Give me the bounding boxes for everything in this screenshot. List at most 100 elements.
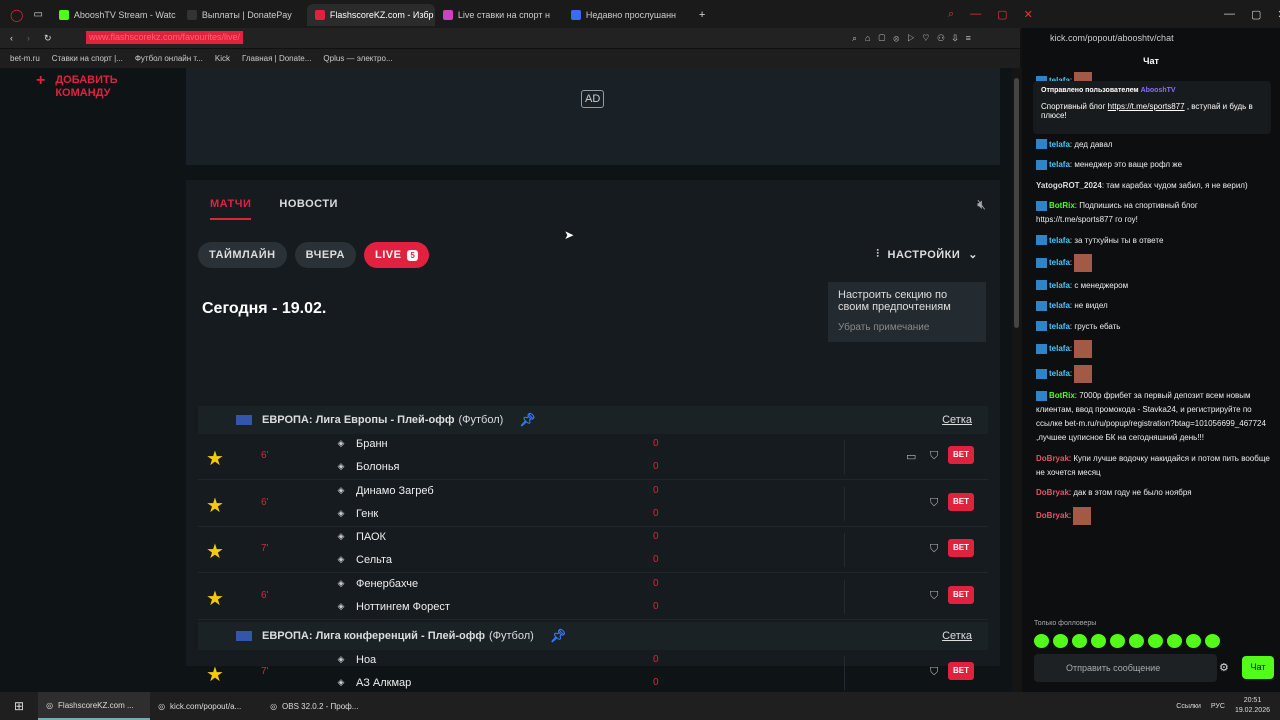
team-name[interactable]: ◈ АЗ Алкмар xyxy=(334,677,412,689)
emote-icon[interactable] xyxy=(1129,634,1144,648)
favorite-star-icon[interactable]: ★ xyxy=(206,586,224,611)
settings-button[interactable]: ⫶ НАСТРОЙКИ ⌄ xyxy=(876,248,978,261)
ad-banner[interactable]: AD xyxy=(186,68,1000,165)
lang-indicator[interactable]: РУС xyxy=(1211,703,1225,710)
league-name[interactable]: ЕВРОПА: Лига конференций - Плей-офф xyxy=(262,630,485,642)
clock[interactable]: 20:51 19.02.2026 xyxy=(1235,696,1270,716)
lineup-shirt-icon[interactable]: ⛉ xyxy=(930,590,938,603)
chat-username[interactable]: telafa xyxy=(1049,322,1070,331)
chat-username[interactable]: telafa xyxy=(1049,160,1070,169)
team-name[interactable]: ◈ Динамо Загреб xyxy=(334,485,434,497)
gear-icon[interactable]: ⚙ xyxy=(1219,661,1229,674)
page-scrollbar[interactable] xyxy=(1012,68,1022,692)
bookmark-item[interactable]: Kick xyxy=(215,54,230,63)
bet-button[interactable]: BET xyxy=(948,662,974,680)
bet-button[interactable]: BET xyxy=(948,446,974,464)
sound-mute-icon[interactable]: 🔇︎ xyxy=(977,196,986,213)
team-name[interactable]: ◈ Болонья xyxy=(334,461,400,473)
forward-icon[interactable]: › xyxy=(27,33,30,43)
browser-tab[interactable]: FlashscoreKZ.com - Избр xyxy=(306,3,435,26)
toolbar-icons[interactable]: ⌕⌂▢⊗▷♡⚇⇩≡ xyxy=(852,33,979,44)
tab-news[interactable]: НОВОСТИ xyxy=(279,198,338,220)
url-field[interactable]: www.flashscorekz.com/favourites/live/ xyxy=(86,31,244,44)
tv-icon[interactable]: ▭ xyxy=(906,450,916,463)
chat-username[interactable]: telafa xyxy=(1049,140,1070,149)
start-icon[interactable]: ⊞ xyxy=(14,699,24,713)
match-row[interactable]: ★ 6' ◈ Фенербахче 0 ◈ Ноттингем Форест 0 ⛉ BET xyxy=(198,574,988,620)
links-label[interactable]: Ссылки xyxy=(1176,703,1201,710)
team-name[interactable]: ◈ ПАОК xyxy=(334,531,386,543)
new-tab-button[interactable]: + xyxy=(699,9,705,21)
pinned-link[interactable]: https://t.me/sports877 xyxy=(1108,102,1185,111)
favorite-star-icon[interactable]: ★ xyxy=(206,446,224,471)
team-name[interactable]: ◈ Фенербахче xyxy=(334,578,419,590)
team-name[interactable]: ◈ Бранн xyxy=(334,438,388,450)
emote-icon[interactable] xyxy=(1167,634,1182,648)
chat-username[interactable]: DoBryak xyxy=(1036,488,1069,497)
taskbar-item[interactable]: ◎ OBS 32.0.2 - Проф... xyxy=(262,692,374,720)
chat-minimize-button[interactable]: — xyxy=(1224,8,1235,21)
add-team-link[interactable]: + ДОБАВИТЬ КОМАНДУ xyxy=(36,73,135,100)
chat-send-button[interactable]: Чат xyxy=(1242,656,1274,679)
emote-icon[interactable] xyxy=(1186,634,1201,648)
filter-timeline-button[interactable]: ТАЙМЛАЙН xyxy=(198,242,287,268)
emote-icon[interactable] xyxy=(1072,634,1087,648)
match-row[interactable]: ★ 7' ◈ ПАОК 0 ◈ Сельта 0 ⛉ BET xyxy=(198,527,988,573)
minimize-button[interactable]: — xyxy=(970,8,981,21)
reload-icon[interactable]: ↻ xyxy=(44,33,52,44)
chat-username[interactable]: telafa xyxy=(1049,301,1070,310)
browser-logo-icon[interactable]: ◯ xyxy=(10,8,23,22)
lineup-shirt-icon[interactable]: ⛉ xyxy=(930,543,938,556)
emote-icon[interactable] xyxy=(1091,634,1106,648)
favorite-star-icon[interactable]: ★ xyxy=(206,493,224,518)
team-name[interactable]: ◈ Сельта xyxy=(334,554,393,566)
chat-username[interactable]: telafa xyxy=(1049,258,1070,267)
bracket-link[interactable]: Сетка xyxy=(942,630,972,642)
chat-username[interactable]: BotRix xyxy=(1049,391,1075,400)
favorite-star-icon[interactable]: ★ xyxy=(206,662,224,687)
filter-yesterday-button[interactable]: ВЧЕРА xyxy=(294,242,356,268)
maximize-button[interactable]: ▢ xyxy=(997,8,1007,21)
browser-tab[interactable]: Выплаты | DonatePay xyxy=(179,4,307,26)
tooltip-dismiss-link[interactable]: Убрать примечание xyxy=(838,322,976,334)
back-icon[interactable]: ‹ xyxy=(10,33,13,43)
team-name[interactable]: ◈ Ноа xyxy=(334,654,377,666)
chat-maximize-button[interactable]: ▢ xyxy=(1251,8,1261,21)
bet-button[interactable]: BET xyxy=(948,539,974,557)
emote-icon[interactable] xyxy=(1034,634,1049,648)
chat-username[interactable]: telafa xyxy=(1049,344,1070,353)
pin-icon[interactable]: 📌︎ xyxy=(550,628,567,644)
emote-icon[interactable] xyxy=(1110,634,1125,648)
bookmark-item[interactable]: Qplus — электро... xyxy=(323,54,392,63)
chat-username[interactable]: BotRix xyxy=(1049,201,1075,210)
bookmark-item[interactable]: Главная | Donate... xyxy=(242,54,311,63)
favorite-star-icon[interactable]: ★ xyxy=(206,539,224,564)
chat-username[interactable]: YatogoROT_2024 xyxy=(1036,181,1102,190)
match-row[interactable]: ★ 6' ◈ Динамо Загреб 0 ◈ Генк 0 ⛉ BET xyxy=(198,481,988,527)
chat-username[interactable]: DoBryak xyxy=(1036,454,1069,463)
match-row[interactable]: ★ 7' ◈ Ноа 0 ◈ АЗ Алкмар 0 ⛉ BET xyxy=(198,650,988,692)
bookmark-item[interactable]: Футбол онлайн т... xyxy=(135,54,203,63)
team-name[interactable]: ◈ Ноттингем Форест xyxy=(334,601,450,613)
chat-username[interactable]: DoBryak xyxy=(1036,511,1069,520)
chat-url[interactable]: kick.com/popout/abooshtv/chat xyxy=(1050,33,1174,43)
emote-icon[interactable] xyxy=(1053,634,1068,648)
chat-input[interactable]: Отправить сообщение xyxy=(1034,654,1217,682)
emote-icon[interactable] xyxy=(1205,634,1220,648)
bet-button[interactable]: BET xyxy=(948,585,974,604)
bracket-link[interactable]: Сетка xyxy=(942,414,972,426)
emote-icon[interactable] xyxy=(1148,634,1163,648)
taskbar-item[interactable]: ◎ FlashscoreKZ.com ... xyxy=(38,692,151,720)
chat-username[interactable]: telafa xyxy=(1049,281,1070,290)
chat-username[interactable]: telafa xyxy=(1049,369,1070,378)
bet-button[interactable]: BET xyxy=(948,492,974,511)
lineup-shirt-icon[interactable]: ⛉ xyxy=(930,497,938,510)
tab-list-icon[interactable]: ▭ xyxy=(33,9,42,20)
lineup-shirt-icon[interactable]: ⛉ xyxy=(930,666,938,679)
lineup-shirt-icon[interactable]: ⛉ xyxy=(930,450,938,463)
browser-tab[interactable]: AbooshTV Stream - Watc xyxy=(51,4,179,26)
browser-tab[interactable]: Live ставки на спорт н xyxy=(435,4,563,26)
filter-live-button[interactable]: LIVE 5 xyxy=(363,242,430,268)
close-button[interactable]: ✕ xyxy=(1024,8,1033,21)
scrollbar-thumb[interactable] xyxy=(1014,78,1019,328)
